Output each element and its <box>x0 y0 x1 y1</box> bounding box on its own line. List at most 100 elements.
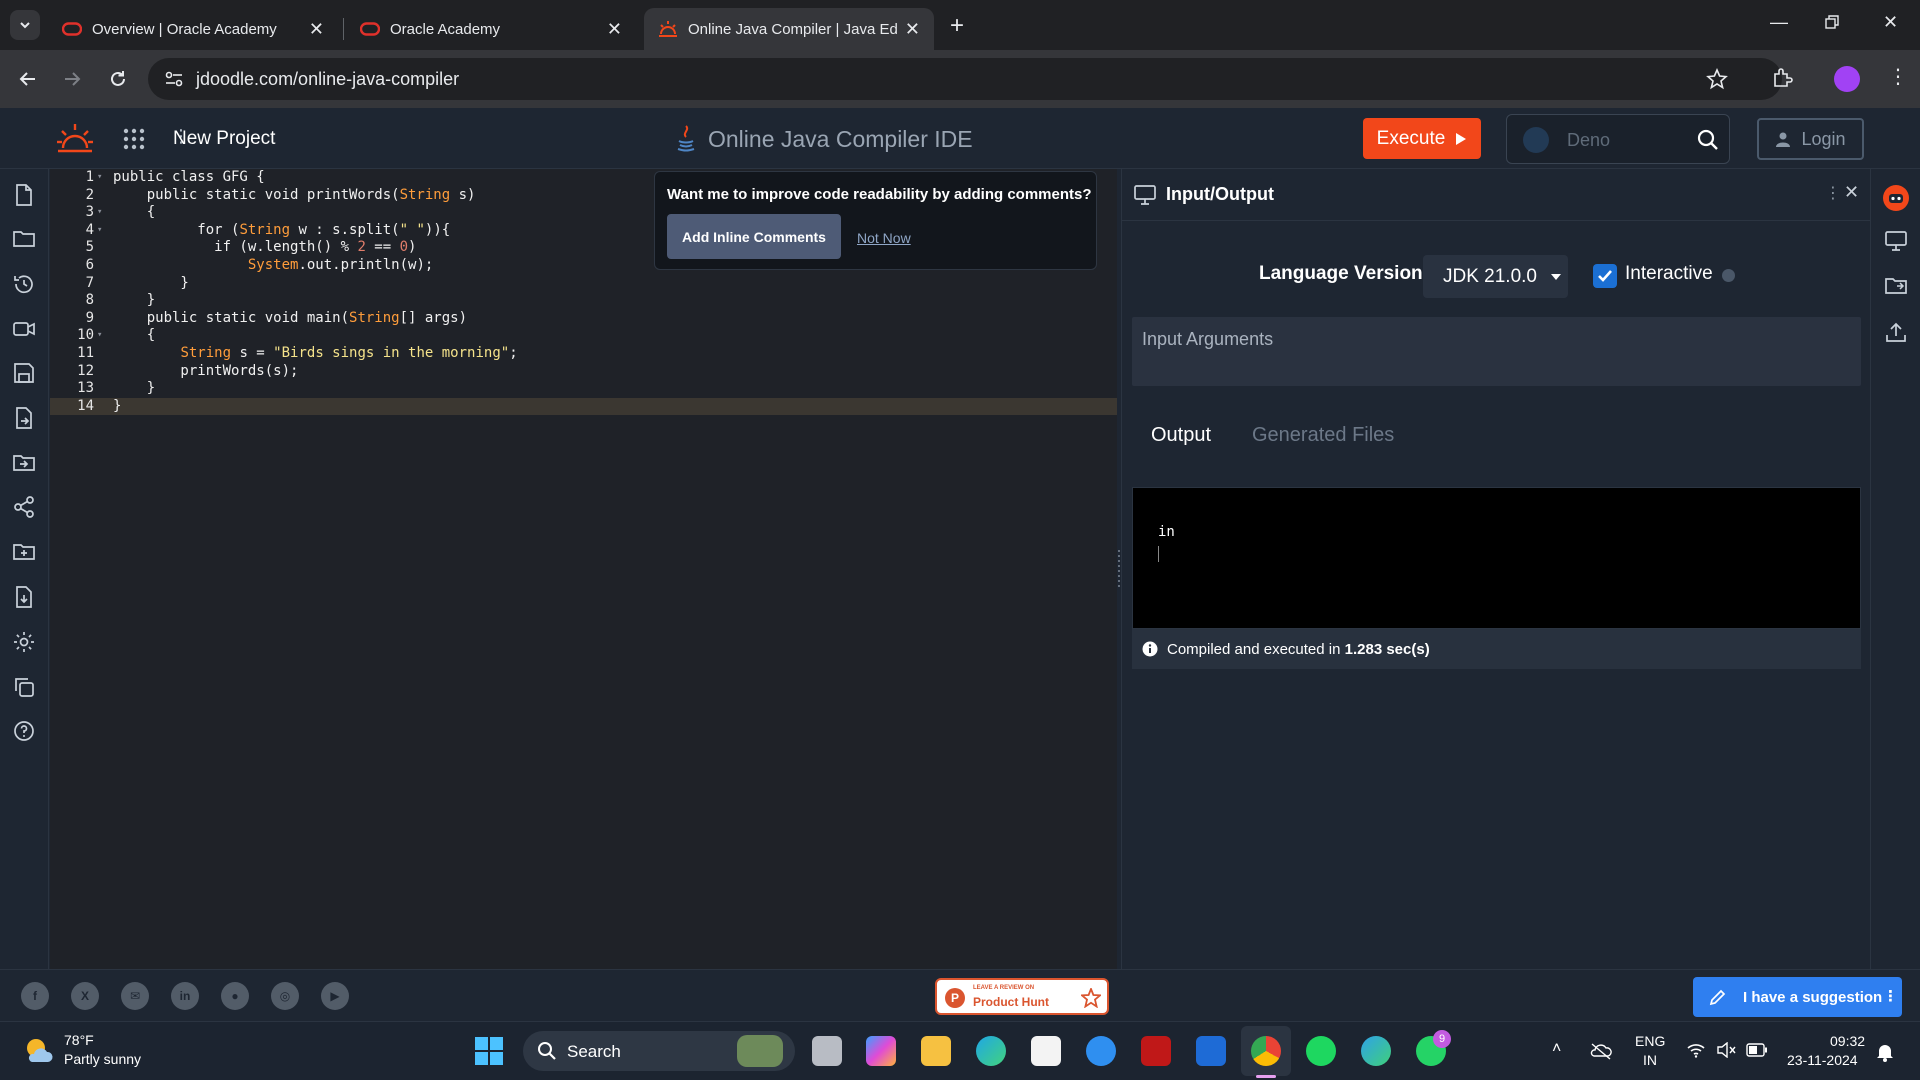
panel-menu-icon[interactable]: ⋮ <box>1825 183 1841 203</box>
caret-down-icon <box>1551 273 1561 280</box>
search-icon[interactable] <box>1697 129 1719 151</box>
language-search-input[interactable]: Deno <box>1506 114 1730 164</box>
instagram-icon[interactable]: ◎ <box>271 982 299 1010</box>
code-editor[interactable]: 1 ▾ public class GFG { 2 public static voi… <box>50 169 1117 969</box>
edge-dev-icon[interactable] <box>1361 1036 1391 1066</box>
clock-date[interactable]: 23-11-2024 <box>1787 1052 1858 1068</box>
monitor-icon <box>1134 185 1156 205</box>
close-tab-icon[interactable]: ✕ <box>309 19 324 40</box>
execution-status-bar: Compiled and executed in 1.283 sec(s) <box>1132 629 1861 669</box>
folder-icon[interactable] <box>12 227 36 251</box>
code-line-active: 14} <box>50 397 1117 416</box>
clock-time[interactable]: 09:32 <box>1830 1033 1865 1049</box>
x-twitter-icon[interactable]: X <box>71 982 99 1010</box>
folder-open-icon[interactable] <box>12 540 36 564</box>
code-line: 12 printWords(s); <box>77 362 299 379</box>
close-tab-icon[interactable]: ✕ <box>607 19 622 40</box>
language-version-select[interactable]: JDK 21.0.0 <box>1423 255 1568 298</box>
extensions-icon[interactable] <box>1770 66 1794 90</box>
ai-assistant-icon[interactable] <box>1883 185 1909 211</box>
file-explorer-icon[interactable] <box>921 1036 951 1066</box>
monitor-code-icon[interactable] <box>1885 231 1907 251</box>
battery-icon[interactable] <box>1746 1043 1768 1057</box>
share-icon[interactable] <box>12 495 36 519</box>
minimize-icon[interactable]: — <box>1770 12 1788 33</box>
weather-icon[interactable] <box>24 1036 54 1066</box>
not-now-link[interactable]: Not Now <box>857 230 911 246</box>
myhp-icon[interactable] <box>1196 1036 1226 1066</box>
folder-sync-icon[interactable] <box>1885 276 1907 296</box>
chrome-icon[interactable] <box>1251 1036 1281 1066</box>
profile-avatar[interactable] <box>1834 66 1860 92</box>
edge-icon[interactable] <box>976 1036 1006 1066</box>
history-icon[interactable] <box>12 272 36 296</box>
download-file-icon[interactable] <box>12 585 36 609</box>
input-region[interactable]: IN <box>1643 1052 1657 1068</box>
product-hunt-badge[interactable]: P LEAVE A REVIEW ON Product Hunt <box>935 978 1109 1015</box>
tab-generated-files[interactable]: Generated Files <box>1252 424 1394 447</box>
copilot-icon[interactable] <box>866 1036 896 1066</box>
interactive-checkbox[interactable] <box>1593 264 1617 288</box>
apps-grid-icon[interactable] <box>122 127 146 151</box>
user-icon <box>1776 132 1791 147</box>
new-file-icon[interactable] <box>12 183 36 207</box>
youtube-icon[interactable]: ▶ <box>321 982 349 1010</box>
close-icon[interactable]: ✕ <box>1844 182 1859 203</box>
microsoft-store-icon[interactable] <box>1031 1036 1061 1066</box>
browser-tab-jdoodle[interactable]: Online Java Compiler | Java Edit ✕ <box>644 8 934 50</box>
suggestion-menu-icon[interactable]: ⋮ <box>1883 987 1898 1005</box>
info-icon[interactable] <box>1722 269 1735 282</box>
volume-muted-icon[interactable] <box>1716 1042 1736 1058</box>
tab-output[interactable]: Output <box>1151 424 1211 447</box>
reload-icon[interactable] <box>104 65 132 93</box>
execution-time: 1.283 sec(s) <box>1344 641 1430 658</box>
browser-tab-oracle-academy[interactable]: Oracle Academy ✕ <box>346 8 636 50</box>
tray-overflow-icon[interactable]: ˄ <box>1552 1040 1561 1058</box>
restore-icon[interactable] <box>1824 14 1840 30</box>
input-arguments-field[interactable]: Input Arguments <box>1132 317 1861 386</box>
file-export-icon[interactable] <box>12 406 36 430</box>
back-icon[interactable] <box>14 65 42 93</box>
upload-icon[interactable] <box>1885 321 1907 343</box>
bookmark-star-icon[interactable] <box>1706 68 1728 90</box>
browser-tab-overview[interactable]: Overview | Oracle Academy ✕ <box>48 8 338 50</box>
project-name[interactable]: New Project <box>173 128 275 150</box>
discord-icon[interactable]: ● <box>221 982 249 1010</box>
suggestion-label: I have a suggestion <box>1743 988 1883 1006</box>
spotify-icon[interactable] <box>1306 1036 1336 1066</box>
gear-icon[interactable] <box>12 630 36 654</box>
folder-move-icon[interactable] <box>12 451 36 475</box>
wifi-icon[interactable] <box>1686 1042 1706 1058</box>
save-icon[interactable] <box>12 361 36 385</box>
copy-icon[interactable] <box>12 675 36 699</box>
close-tab-icon[interactable]: ✕ <box>905 19 920 40</box>
browser-toolbar: jdoodle.com/online-java-compiler ⋮ <box>0 50 1920 108</box>
linkedin-icon[interactable]: in <box>171 982 199 1010</box>
deno-icon <box>1523 127 1549 153</box>
video-icon[interactable] <box>12 317 36 341</box>
get-help-icon[interactable] <box>1086 1036 1116 1066</box>
facebook-icon[interactable]: f <box>21 982 49 1010</box>
forward-icon[interactable] <box>58 65 86 93</box>
notification-bell-icon[interactable] <box>1876 1042 1894 1062</box>
taskbar-search[interactable]: Search <box>523 1031 795 1071</box>
close-window-icon[interactable]: ✕ <box>1883 12 1898 33</box>
address-bar[interactable]: jdoodle.com/online-java-compiler <box>148 58 1782 100</box>
input-language[interactable]: ENG <box>1635 1033 1665 1049</box>
onedrive-offline-icon[interactable] <box>1590 1042 1612 1060</box>
task-view-icon[interactable] <box>812 1036 842 1066</box>
execute-button[interactable]: Execute <box>1363 118 1481 159</box>
output-console[interactable]: in <box>1132 487 1861 629</box>
tab-search-button[interactable] <box>10 10 40 40</box>
active-app-indicator <box>1256 1075 1276 1078</box>
jdoodle-logo-icon[interactable] <box>56 122 94 156</box>
suggestion-button[interactable]: I have a suggestion ⋮ <box>1693 977 1902 1017</box>
mcafee-icon[interactable] <box>1141 1036 1171 1066</box>
browser-menu-icon[interactable]: ⋮ <box>1888 64 1908 89</box>
windows-start-icon[interactable] <box>474 1036 504 1066</box>
new-tab-button[interactable]: + <box>950 12 964 40</box>
login-button[interactable]: Login <box>1757 118 1864 160</box>
mail-icon[interactable]: ✉ <box>121 982 149 1010</box>
add-inline-comments-button[interactable]: Add Inline Comments <box>667 214 841 259</box>
help-icon[interactable] <box>12 719 36 743</box>
